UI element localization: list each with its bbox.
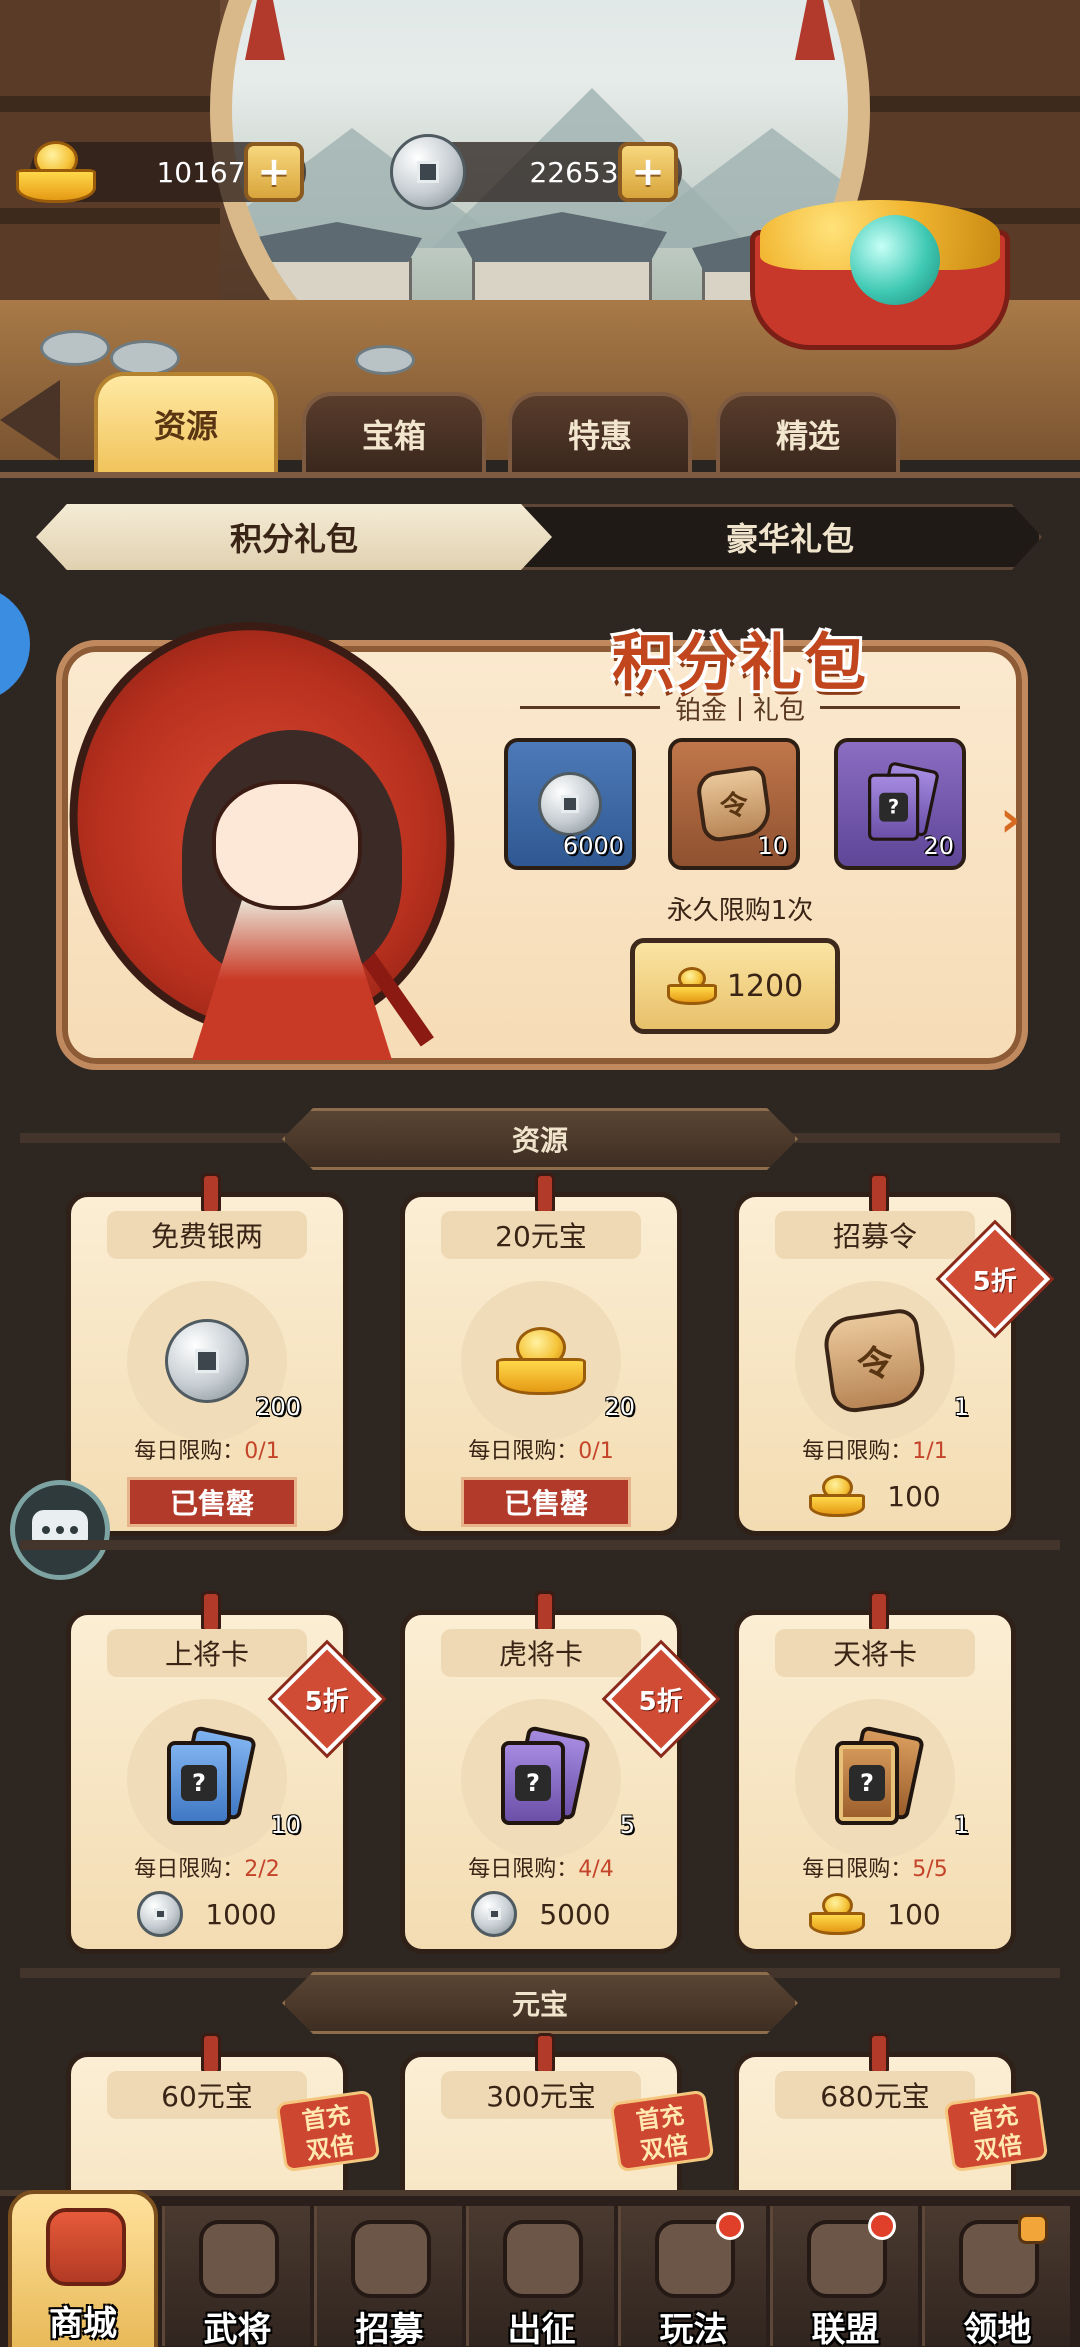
silver-coin-icon xyxy=(137,1891,184,1937)
reward-recruit-token[interactable]: 令 10 xyxy=(668,738,800,870)
add-silver-button[interactable]: + xyxy=(618,142,678,202)
card-qty: 10 xyxy=(270,1811,301,1839)
notification-dot xyxy=(868,2212,896,2240)
banner-subtitle: 铂金丨礼包 xyxy=(520,690,960,727)
first-recharge-double-badge: 首充 双倍 xyxy=(943,2089,1049,2173)
tab-featured[interactable]: 精选 xyxy=(716,392,900,472)
nav-label: 出征 xyxy=(507,2310,576,2347)
treasure-chest-icon xyxy=(46,2208,126,2286)
first-recharge-double-badge: 首充 双倍 xyxy=(609,2089,715,2173)
lock-icon xyxy=(1018,2214,1048,2244)
card-limit: 每日限购：0/1 xyxy=(134,1439,280,1464)
card-title: 天将卡 xyxy=(775,1629,975,1677)
reward-qty: 10 xyxy=(757,832,788,860)
shop-tabs: 资源 宝箱 特惠 精选 xyxy=(0,372,1080,472)
gold-ingot-icon xyxy=(16,141,96,203)
shop-card-20-yuanbao[interactable]: 20元宝 20 每日限购：0/1 已售罄 xyxy=(400,1173,682,1536)
card-qty: 1 xyxy=(953,1811,969,1839)
silver-coin-icon xyxy=(471,1891,518,1937)
card-qty: 20 xyxy=(604,1393,635,1421)
shop-card-tiger-card[interactable]: 虎将卡 ? 5 每日限购：4/4 5000 xyxy=(400,1591,682,1954)
card-limit: 每日限购：0/1 xyxy=(468,1439,614,1464)
nav-label: 招募 xyxy=(355,2310,424,2347)
banner-buy-button[interactable]: 1200 xyxy=(630,938,840,1034)
nav-generals[interactable]: 武将 xyxy=(162,2206,310,2347)
card-price: 100 xyxy=(739,1887,1011,1941)
war-drum-icon xyxy=(503,2220,583,2298)
banner-purchase-limit: 永久限购1次 xyxy=(666,896,814,926)
nav-label: 领地 xyxy=(963,2310,1032,2347)
gold-ingot-icon xyxy=(496,1327,586,1395)
card-price: 5000 xyxy=(405,1887,677,1941)
section-header-resources: 资源 xyxy=(282,1108,798,1170)
nav-label: 武将 xyxy=(203,2310,272,2347)
card-title: 20元宝 xyxy=(441,1211,641,1259)
reward-mystery-card[interactable]: ? 20 xyxy=(834,738,966,870)
reward-qty: 6000 xyxy=(562,832,624,860)
nav-label: 联盟 xyxy=(811,2310,880,2347)
gold-ingot-icon xyxy=(666,967,717,1005)
shop-card-heaven-card[interactable]: 天将卡 ? 1 每日限购：5/5 100 xyxy=(734,1591,1016,1954)
shelf-divider xyxy=(20,1540,1060,1550)
card-qty: 200 xyxy=(255,1393,301,1421)
card-price: 1000 xyxy=(71,1887,343,1941)
nav-label: 玩法 xyxy=(659,2310,728,2347)
reward-qty: 20 xyxy=(923,832,954,860)
card-title: 虎将卡 xyxy=(441,1629,641,1677)
card-limit: 每日限购：2/2 xyxy=(134,1857,280,1882)
nav-shop[interactable]: 商城 xyxy=(8,2190,158,2347)
shop-card-general-card[interactable]: 上将卡 ? 10 每日限购：2/2 1000 xyxy=(66,1591,348,1954)
sold-out-label: 已售罄 xyxy=(127,1477,297,1527)
reward-silver[interactable]: 6000 xyxy=(504,738,636,870)
chat-button[interactable] xyxy=(10,1480,110,1580)
nav-alliance[interactable]: 联盟 xyxy=(770,2206,918,2347)
card-price: 100 xyxy=(739,1469,1011,1523)
gold-ingot-icon xyxy=(809,1893,866,1935)
card-title: 招募令 xyxy=(775,1211,975,1259)
jade-orb xyxy=(850,215,940,305)
section-header-yuanbao: 元宝 xyxy=(282,1972,798,2034)
helmet-icon xyxy=(199,2220,279,2298)
silver-coin-icon xyxy=(390,134,466,210)
silver-coin-icon xyxy=(165,1319,249,1403)
subtab-deluxe-pack[interactable]: 豪华礼包 xyxy=(560,504,1020,570)
nav-territory[interactable]: 领地 xyxy=(922,2206,1070,2347)
card-limit: 每日限购：4/4 xyxy=(468,1857,614,1882)
sold-out-label: 已售罄 xyxy=(461,1477,631,1527)
chevron-right-icon[interactable]: › xyxy=(1000,790,1044,850)
card-limit: 每日限购：1/1 xyxy=(802,1439,948,1464)
banner-flag-icon xyxy=(351,2220,431,2298)
shop-card-free-silver[interactable]: 免费银两 200 每日限购：0/1 已售罄 xyxy=(66,1173,348,1536)
silver-coin-icon xyxy=(538,772,602,836)
card-title: 免费银两 xyxy=(107,1211,307,1259)
nav-expedition[interactable]: 出征 xyxy=(466,2206,614,2347)
card-qty: 1 xyxy=(953,1393,969,1421)
nav-gameplay[interactable]: 玩法 xyxy=(618,2206,766,2347)
bottom-navigation: 商城 武将 招募 出征 玩法 联盟 领地 xyxy=(0,2190,1080,2347)
card-title: 上将卡 xyxy=(107,1629,307,1677)
character-illustration xyxy=(11,567,513,1093)
banner-title: 积分礼包 xyxy=(611,626,868,699)
notification-dot xyxy=(716,2212,744,2240)
subtab-points-pack[interactable]: 积分礼包 xyxy=(36,504,552,570)
nav-label: 商城 xyxy=(49,2304,117,2344)
tab-specials[interactable]: 特惠 xyxy=(508,392,692,472)
card-limit: 每日限购：5/5 xyxy=(802,1857,948,1882)
add-gold-button[interactable]: + xyxy=(244,142,304,202)
card-qty: 5 xyxy=(619,1811,635,1839)
tab-resources[interactable]: 资源 xyxy=(94,372,278,472)
tab-chests[interactable]: 宝箱 xyxy=(302,392,486,472)
banner-price: 1200 xyxy=(726,968,804,1004)
gold-ingot-icon xyxy=(809,1475,866,1517)
first-recharge-double-badge: 首充 双倍 xyxy=(275,2089,381,2173)
nav-recruit[interactable]: 招募 xyxy=(314,2206,462,2347)
